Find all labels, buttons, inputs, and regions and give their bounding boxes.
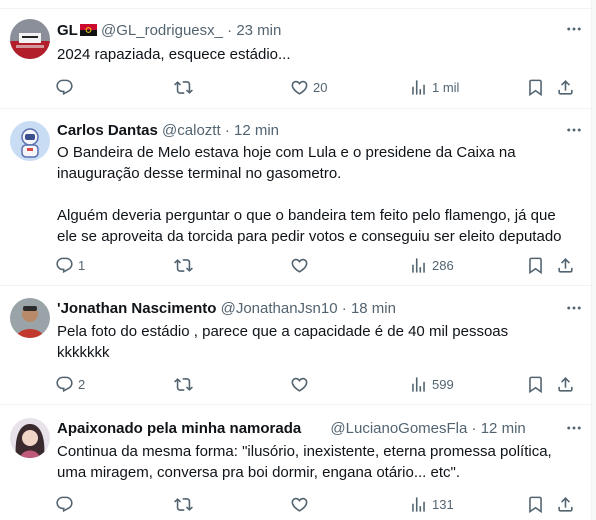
repost-button[interactable] (174, 374, 197, 394)
reply-icon (55, 495, 74, 514)
separator: · (227, 22, 233, 39)
reply-icon (55, 256, 74, 275)
timestamp[interactable]: 18 min (351, 300, 396, 317)
post-text: Pela foto do estádio , parece que a capa… (57, 321, 508, 363)
more-icon[interactable] (565, 299, 583, 317)
avatar[interactable] (10, 418, 50, 458)
more-icon[interactable] (565, 20, 583, 38)
views-icon (409, 256, 428, 275)
post-text-line (57, 184, 562, 205)
post-text-line: O Bandeira de Melo estava hoje com Lula … (57, 144, 516, 161)
separator: · (224, 122, 230, 139)
separator: · (471, 420, 477, 437)
post-text-line: Continua da mesma forma: "ilusório, inex… (57, 443, 552, 460)
views-button[interactable]: 286 (409, 255, 454, 275)
views-button[interactable]: 131 (409, 494, 454, 514)
bookmark-button[interactable] (526, 374, 545, 394)
author-name[interactable]: Apaixonado pela minha namorada (57, 420, 301, 437)
reply-button[interactable] (55, 494, 78, 514)
share-icon (556, 256, 575, 275)
post-text: O Bandeira de Melo estava hoje com Lula … (57, 142, 562, 247)
views-icon (409, 78, 428, 97)
reply-button[interactable] (55, 77, 78, 97)
share-icon (556, 78, 575, 97)
author-handle[interactable]: @caloztt (162, 122, 221, 139)
more-icon[interactable] (565, 419, 583, 437)
author-handle[interactable]: @LucianoGomesFla (330, 420, 467, 437)
repost-icon (174, 256, 193, 275)
author-handle[interactable]: @JonathanJsn10 (221, 300, 338, 317)
post-text-line: Pela foto do estádio , parece que a capa… (57, 323, 509, 340)
views-button[interactable]: 599 (409, 374, 454, 394)
repost-icon (174, 495, 193, 514)
avatar[interactable] (10, 19, 50, 59)
bookmark-button[interactable] (526, 494, 545, 514)
bookmark-icon (526, 256, 545, 275)
heart-icon (290, 375, 309, 394)
like-button[interactable] (290, 374, 313, 394)
author-name[interactable]: 'Jonathan Nascimento (57, 300, 216, 317)
timestamp[interactable]: 12 min (481, 420, 526, 437)
share-button[interactable] (556, 494, 575, 514)
timestamp[interactable]: 12 min (234, 122, 279, 139)
repost-icon (174, 375, 193, 394)
reply-count: 1 (78, 257, 86, 273)
bookmark-icon (526, 375, 545, 394)
heart-icon (290, 495, 309, 514)
angola-flag-icon (79, 24, 97, 36)
bookmark-icon (526, 78, 545, 97)
post-text: 2024 rapaziada, esquece estádio... (57, 45, 291, 65)
more-icon[interactable] (565, 121, 583, 139)
post[interactable]: Carlos Dantas @caloztt · 12 min O Bandei… (0, 109, 592, 286)
post[interactable]: Apaixonado pela minha namorada @LucianoG… (0, 405, 592, 520)
post-text: Continua da mesma forma: "ilusório, inex… (57, 441, 552, 483)
views-count: 599 (432, 376, 454, 392)
post[interactable]: GL @GL_rodriguesx_ · 23 min 2024 rapazia… (0, 9, 592, 109)
post-text-line: uma miragem, conversa pra boi dormir, en… (57, 464, 461, 481)
views-count: 131 (432, 496, 454, 512)
like-count: 20 (313, 79, 328, 95)
like-button[interactable] (290, 494, 313, 514)
repost-icon (174, 78, 193, 97)
views-button[interactable]: 1 mil (409, 77, 459, 97)
heart-icon (290, 256, 309, 275)
views-count: 286 (432, 257, 454, 273)
post-text-line: Alguém deveria perguntar o que o bandeir… (57, 207, 556, 224)
share-button[interactable] (556, 374, 575, 394)
post-text-line: ele se aproveita da torcida para pedir v… (57, 228, 562, 245)
repost-button[interactable] (174, 77, 197, 97)
post[interactable]: 'Jonathan Nascimento @JonathanJsn10 · 18… (0, 286, 592, 405)
avatar[interactable] (10, 121, 50, 161)
post-text-line: 2024 rapaziada, esquece estádio... (57, 46, 291, 63)
top-divider (0, 0, 596, 9)
views-icon (409, 495, 428, 514)
like-button[interactable]: 20 (290, 77, 327, 97)
post-text-line: inauguração desse terminal no gasometro. (57, 165, 342, 182)
share-button[interactable] (556, 77, 575, 97)
reply-icon (55, 78, 74, 97)
reply-icon (55, 375, 74, 394)
reply-count: 2 (78, 376, 86, 392)
views-icon (409, 375, 428, 394)
heart-icon (290, 78, 309, 97)
share-icon (556, 495, 575, 514)
separator: · (341, 300, 347, 317)
author-handle[interactable]: @GL_rodriguesx_ (101, 22, 223, 39)
repost-button[interactable] (174, 494, 197, 514)
share-button[interactable] (556, 255, 575, 275)
avatar[interactable] (10, 298, 50, 338)
repost-button[interactable] (174, 255, 197, 275)
post-text-line: kkkkkkk (57, 344, 110, 361)
bookmark-button[interactable] (526, 255, 545, 275)
reply-button[interactable]: 2 (55, 374, 85, 394)
author-name[interactable]: GL (57, 22, 78, 39)
reply-button[interactable]: 1 (55, 255, 85, 275)
like-button[interactable] (290, 255, 313, 275)
bookmark-button[interactable] (526, 77, 545, 97)
timestamp[interactable]: 23 min (236, 22, 281, 39)
views-count: 1 mil (432, 79, 460, 95)
bookmark-icon (526, 495, 545, 514)
author-name[interactable]: Carlos Dantas (57, 122, 158, 139)
share-icon (556, 375, 575, 394)
